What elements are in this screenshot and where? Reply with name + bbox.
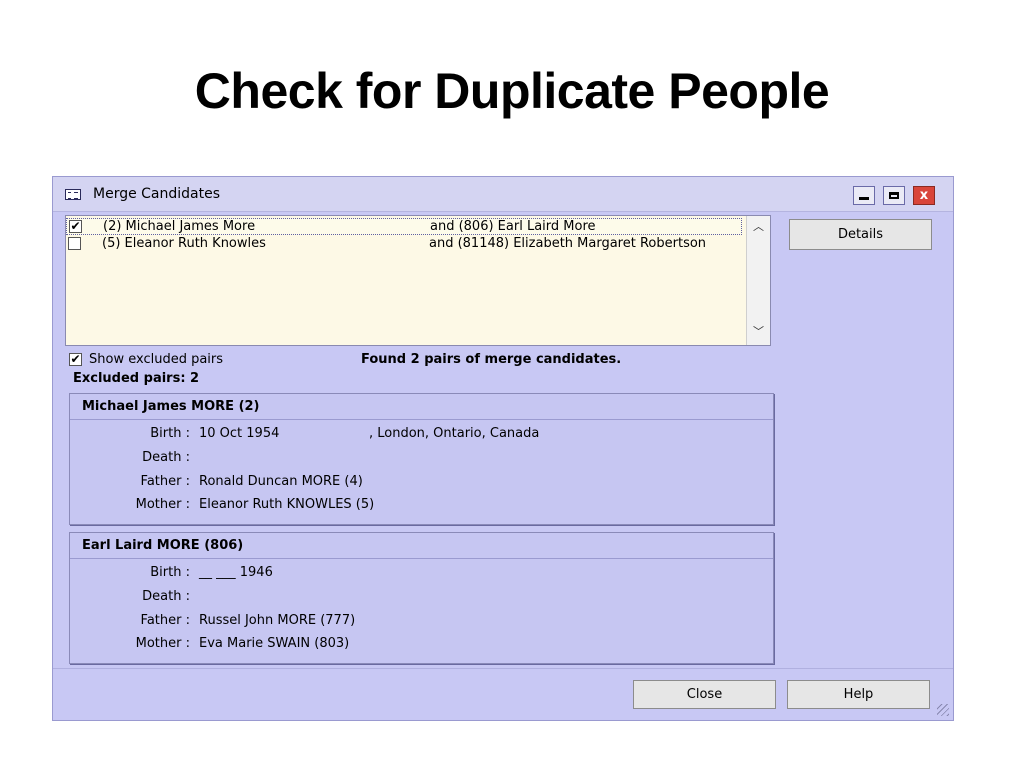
candidate-checkbox[interactable]: ✔ [69, 220, 82, 233]
candidate-row[interactable]: (5) Eleanor Ruth Knowles and (81148) Eli… [66, 236, 742, 253]
minimize-icon [859, 197, 869, 200]
minimize-button[interactable] [853, 186, 875, 205]
person-header: Michael James MORE (2) [70, 394, 773, 420]
details-button[interactable]: Details [789, 219, 932, 250]
fact-value: 10 Oct 1954 [199, 426, 280, 441]
fact-value: Eva Marie SWAIN (803) [199, 636, 350, 651]
list-window-icon [65, 189, 81, 200]
fact-label: Death : [142, 450, 190, 465]
fact-row-death: Death : [70, 450, 773, 470]
fact-label: Mother : [135, 497, 190, 512]
scroll-down-icon[interactable]: ﹀ [747, 323, 770, 343]
fact-row-mother: Mother : Eleanor Ruth KNOWLES (5) [70, 497, 773, 517]
fact-row-mother: Mother : Eva Marie SWAIN (803) [70, 636, 773, 656]
candidate-person-b: and (806) Earl Laird More [430, 219, 596, 234]
fact-label: Death : [142, 589, 190, 604]
fact-value: Eleanor Ruth KNOWLES (5) [199, 497, 375, 512]
fact-label: Birth : [150, 426, 190, 441]
scroll-up-icon[interactable]: ︿ [747, 218, 770, 238]
found-message: Found 2 pairs of merge candidates. [361, 352, 622, 367]
candidate-row[interactable]: ✔ (2) Michael James More and (806) Earl … [66, 218, 742, 235]
maximize-button[interactable] [883, 186, 905, 205]
candidate-checkbox[interactable] [68, 237, 81, 250]
show-excluded-checkbox[interactable]: ✔ [69, 353, 82, 366]
help-button[interactable]: Help [787, 680, 930, 709]
resize-grip-icon[interactable] [937, 704, 949, 716]
person-panel-b: Earl Laird MORE (806) Birth : __ ___ 194… [69, 532, 774, 664]
window-titlebar[interactable]: Merge Candidates x [53, 177, 953, 212]
fact-row-death: Death : [70, 589, 773, 609]
fact-row-birth: Birth : 10 Oct 1954 , London, Ontario, C… [70, 426, 773, 446]
candidate-person-b: and (81148) Elizabeth Margaret Robertson [429, 236, 707, 251]
window-title: Merge Candidates [93, 186, 221, 202]
excluded-count: Excluded pairs: 2 [73, 371, 200, 386]
fact-label: Mother : [135, 636, 190, 651]
fact-place: , London, Ontario, Canada [369, 426, 540, 441]
candidate-list[interactable]: ✔ (2) Michael James More and (806) Earl … [65, 215, 771, 346]
person-panel-a: Michael James MORE (2) Birth : 10 Oct 19… [69, 393, 774, 525]
close-icon: x [919, 188, 929, 203]
close-window-button[interactable]: x [913, 186, 935, 205]
maximize-icon [889, 192, 899, 199]
merge-candidates-window: Merge Candidates x ✔ (2) Michael James M… [52, 176, 954, 721]
candidate-person-a: (2) Michael James More [103, 219, 256, 234]
footer-divider [53, 668, 953, 669]
fact-label: Birth : [150, 565, 190, 580]
fact-row-father: Father : Ronald Duncan MORE (4) [70, 474, 773, 494]
fact-value: Ronald Duncan MORE (4) [199, 474, 363, 489]
fact-value: __ ___ 1946 [199, 565, 273, 580]
fact-row-birth: Birth : __ ___ 1946 [70, 565, 773, 585]
fact-label: Father : [140, 613, 190, 628]
fact-label: Father : [140, 474, 190, 489]
fact-value: Russel John MORE (777) [199, 613, 356, 628]
list-scrollbar[interactable]: ︿ ﹀ [746, 216, 770, 345]
show-excluded-label: Show excluded pairs [89, 352, 224, 367]
candidate-person-a: (5) Eleanor Ruth Knowles [102, 236, 266, 251]
fact-row-father: Father : Russel John MORE (777) [70, 613, 773, 633]
close-button[interactable]: Close [633, 680, 776, 709]
slide-title: Check for Duplicate People [194, 63, 830, 119]
person-header: Earl Laird MORE (806) [70, 533, 773, 559]
